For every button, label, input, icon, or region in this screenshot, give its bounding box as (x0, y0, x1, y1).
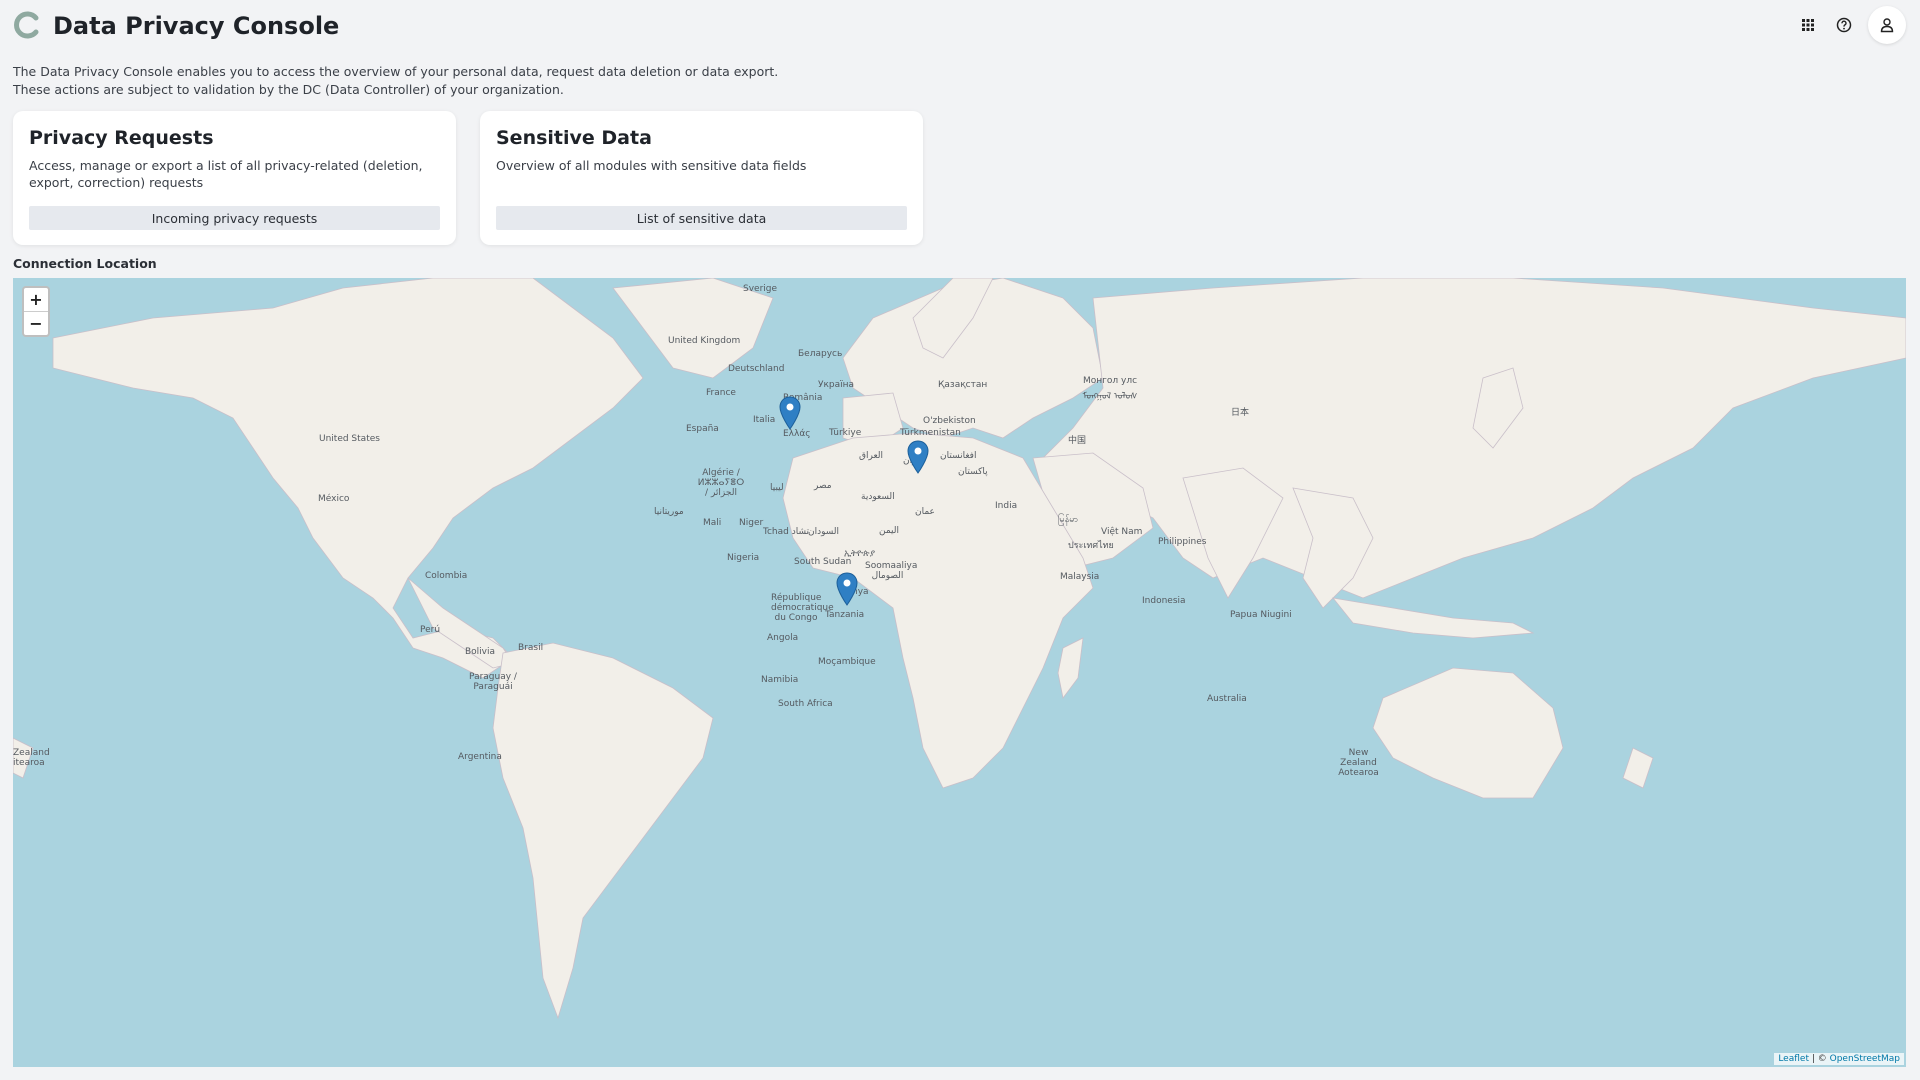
map-label-south-sudan: South Sudan (794, 557, 852, 567)
apps-grid-icon[interactable] (1796, 13, 1820, 37)
map-label-australia: Australia (1207, 694, 1247, 704)
map-label-china: 中国 (1068, 436, 1087, 446)
map-tiles (13, 278, 1906, 1020)
map-label-argentina: Argentina (458, 752, 502, 762)
australia-land (1372, 667, 1564, 799)
leaflet-link[interactable]: Leaflet (1778, 1054, 1809, 1064)
map-label-kazakhstan: Қазақстан (938, 380, 988, 390)
map-label-united-states: United States (319, 434, 380, 444)
map-label-sverige: Sverige (743, 284, 778, 294)
map-label-misr: مصر (814, 481, 832, 491)
location-marker-icon[interactable] (779, 396, 801, 430)
map-label-ellas: Ελλάς (783, 429, 811, 439)
map-label-belarus: Беларусь (798, 349, 843, 359)
map-label-niger: Niger (739, 518, 764, 528)
map-label-mongolia: Монгол улс ᠮᠣᠩᠭᠣᠯ ᠤᠯᠤᠰ (1082, 376, 1138, 402)
map-label-vietnam: Việt Nam (1101, 527, 1143, 537)
incoming-privacy-requests-button[interactable]: Incoming privacy requests (29, 206, 440, 230)
map-label-france: France (706, 388, 736, 398)
map-label-ukraina: Україна (818, 380, 855, 390)
south-america-land (492, 642, 714, 1020)
map-label-espana: España (686, 424, 719, 434)
map-label-papua: Papua Niugini (1230, 610, 1292, 620)
map-label-bolivia: Bolivia (465, 647, 496, 657)
map-label-mauritania: موريتانيا (654, 507, 684, 517)
attribution-separator: | © (1808, 1054, 1830, 1064)
location-marker-icon[interactable] (907, 440, 929, 474)
map-label-angola: Angola (767, 633, 799, 643)
map-label-colombia: Colombia (425, 571, 468, 581)
connection-location-label: Connection Location (13, 256, 157, 271)
card-title: Sensitive Data (496, 127, 652, 149)
map-label-indonesia: Indonesia (1142, 596, 1186, 606)
help-icon[interactable] (1832, 13, 1856, 37)
map-label-tchad: Tchad تشاد (763, 527, 810, 537)
zoom-in-button[interactable]: + (24, 288, 48, 311)
map-label-yemen: اليمن (879, 526, 900, 536)
map-label-malaysia: Malaysia (1060, 572, 1100, 582)
map-label-uzbekistan: O'zbekiston (923, 416, 976, 426)
map-label-saudi: السعودية (861, 492, 895, 502)
map-label-nippon: 日本 (1231, 408, 1250, 418)
sensitive-data-card: Sensitive Data Overview of all modules w… (480, 111, 923, 245)
header: Data Privacy Console (0, 0, 1920, 52)
map-label-afghanistan: افغانستان (940, 451, 977, 461)
openstreetmap-link[interactable]: OpenStreetMap (1830, 1054, 1900, 1064)
page-title: Data Privacy Console (53, 12, 340, 40)
map-label-turkiye: Türkiye (829, 428, 862, 438)
card-title: Privacy Requests (29, 127, 214, 149)
list-of-sensitive-data-button[interactable]: List of sensitive data (496, 206, 907, 230)
map-attribution: Leaflet | © OpenStreetMap (1774, 1053, 1904, 1065)
location-marker-icon[interactable] (836, 572, 858, 606)
intro-line-1: The Data Privacy Console enables you to … (13, 64, 779, 79)
map-label-rdc: République démocratique du Congo (771, 593, 834, 623)
map-label-sudan: السودان (808, 527, 840, 537)
map-label-myanmar: မြန်မာ (1058, 515, 1079, 525)
map-label-nigeria: Nigeria (727, 553, 760, 563)
map-label-brasil: Brasil (518, 643, 544, 653)
map-label-mexico: México (318, 494, 350, 504)
map-label-peru: Perú (420, 625, 441, 635)
map-label-tanzania: Tanzania (825, 610, 865, 620)
new-zealand-land (1622, 747, 1654, 789)
asia-land (1042, 278, 1906, 599)
indonesia-land (1332, 597, 1535, 639)
map-label-mali: Mali (703, 518, 722, 528)
map-label-uk: United Kingdom (668, 336, 741, 346)
world-map[interactable]: Sverige United Kingdom Беларусь Deutschl… (13, 278, 1906, 1067)
map-label-south-africa: South Africa (778, 699, 833, 709)
madagascar-land (1057, 637, 1084, 699)
map-label-oman: عمان (915, 507, 935, 517)
map-label-paraguay: Paraguay / Paraguái (469, 672, 517, 692)
map-label-mocambique: Moçambique (818, 657, 876, 667)
card-description: Access, manage or export a list of all p… (29, 158, 423, 190)
logo-icon (14, 11, 39, 39)
map-label-namibia: Namibia (761, 675, 799, 685)
user-icon[interactable] (1868, 6, 1906, 44)
map-label-new-zealand-left: Zealand itearoa (13, 748, 50, 768)
map-label-india: India (995, 501, 1018, 511)
zoom-out-button[interactable]: − (24, 311, 48, 335)
intro-line-2: These actions are subject to validation … (13, 82, 564, 97)
map-label-algerie: Algérie / ⵍⵣⵣⴰⵢⴻⵔ / الجزائر (697, 468, 745, 498)
privacy-requests-card: Privacy Requests Access, manage or expor… (13, 111, 456, 245)
card-description: Overview of all modules with sensitive d… (496, 158, 807, 173)
map-label-somalia: Soomaaliya الصومال (865, 561, 918, 581)
map-label-thailand: ประเทศไทย (1068, 541, 1114, 551)
zoom-control: + − (22, 286, 50, 337)
map-label-italia: Italia (753, 415, 776, 425)
map-label-libya: ليبيا (770, 483, 784, 493)
north-america-land (52, 278, 644, 679)
map-label-philippines: Philippines (1158, 537, 1207, 547)
map-label-new-zealand: New Zealand Aotearoa (1338, 748, 1379, 778)
map-label-turkmenistan: Türkmenistan (900, 428, 961, 438)
map-label-iraq: العراق (859, 451, 884, 461)
map-label-deutschland: Deutschland (728, 364, 785, 374)
map-label-pakistan: پاکستان (958, 467, 988, 477)
intro-text: The Data Privacy Console enables you to … (13, 63, 778, 99)
